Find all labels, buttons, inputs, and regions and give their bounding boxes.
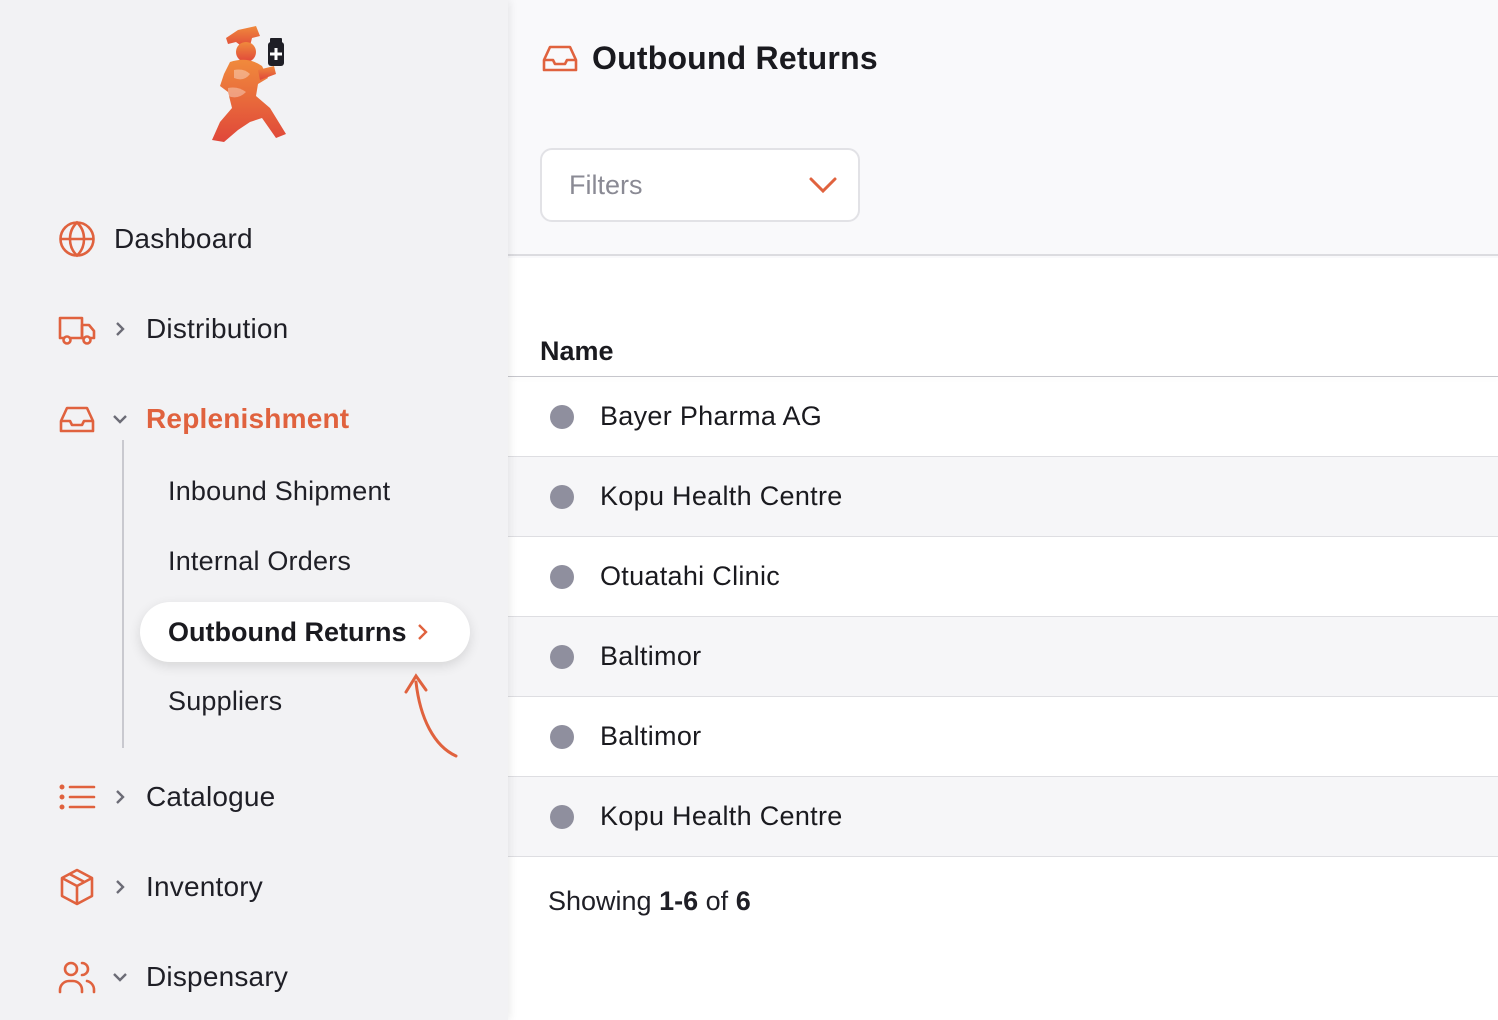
chevron-right-icon [418, 624, 429, 640]
subnav-internal-orders[interactable]: Internal Orders [168, 541, 351, 581]
inbox-icon [56, 398, 98, 440]
status-dot [550, 404, 574, 429]
nav-replenishment[interactable]: Replenishment [56, 397, 349, 441]
table-row[interactable]: Otuatahi Clinic [508, 537, 1498, 617]
row-name: Kopu Health Centre [600, 481, 843, 511]
title-row: Outbound Returns [540, 38, 878, 78]
subnav-outbound-returns-label: Outbound Returns [168, 616, 407, 647]
chevron-down-icon[interactable] [112, 969, 128, 985]
chevron-down-icon[interactable] [112, 411, 128, 427]
nav-dispensary-label: Dispensary [146, 961, 289, 992]
status-dot [550, 644, 574, 669]
row-name: Baltimor [600, 641, 702, 671]
list-icon [56, 776, 98, 818]
pagination-range: 1-6 [659, 886, 699, 916]
subnav-divider [122, 440, 124, 748]
status-dot [550, 484, 574, 509]
subnav-outbound-returns[interactable]: Outbound Returns [140, 602, 470, 662]
nav-catalogue-label: Catalogue [146, 781, 276, 812]
users-icon [56, 956, 98, 998]
chevron-down-icon [809, 177, 837, 194]
chevron-right-icon[interactable] [112, 789, 128, 805]
nav-dispensary[interactable]: Dispensary [56, 955, 288, 999]
nav-inventory-label: Inventory [146, 871, 263, 902]
chevron-right-icon[interactable] [112, 321, 128, 337]
table-row[interactable]: Baltimor [508, 697, 1498, 777]
column-header-name[interactable]: Name [540, 336, 614, 367]
table-row[interactable]: Kopu Health Centre [508, 457, 1498, 537]
inbox-icon [542, 45, 578, 72]
nav-distribution[interactable]: Distribution [56, 307, 288, 351]
nav-catalogue[interactable]: Catalogue [56, 775, 275, 819]
nav-dashboard[interactable]: Dashboard [56, 217, 253, 261]
nav-dashboard-label: Dashboard [114, 223, 253, 254]
page-header: Outbound Returns Filters [508, 0, 1498, 256]
row-name: Otuatahi Clinic [600, 561, 781, 591]
table-row[interactable]: Bayer Pharma AG [508, 377, 1498, 457]
pagination-prefix: Showing [548, 886, 652, 916]
annotation-arrow-icon [404, 673, 458, 758]
nav-replenishment-label: Replenishment [146, 403, 350, 434]
nav-distribution-label: Distribution [146, 313, 289, 344]
filters-label: Filters [569, 169, 643, 200]
sidebar: Dashboard Distribution Replenishment Inb… [0, 0, 508, 1020]
box-icon [56, 866, 98, 908]
row-name: Kopu Health Centre [600, 801, 843, 831]
app-logo[interactable] [198, 22, 298, 147]
subnav-suppliers[interactable]: Suppliers [168, 681, 282, 721]
filters-dropdown[interactable]: Filters [540, 148, 860, 222]
globe-icon [56, 218, 98, 260]
table-row[interactable]: Kopu Health Centre [508, 777, 1498, 857]
nav-inventory[interactable]: Inventory [56, 865, 263, 909]
pagination-of: of [705, 886, 729, 916]
status-dot [550, 564, 574, 589]
page-title: Outbound Returns [592, 39, 878, 76]
pagination-total: 6 [735, 886, 751, 916]
pagination-summary: Showing 1-6 of 6 [548, 886, 751, 917]
truck-icon [56, 308, 98, 350]
row-name: Baltimor [600, 721, 702, 751]
main-content: Outbound Returns Filters Name Bayer Phar… [508, 0, 1498, 1020]
status-dot [550, 724, 574, 749]
table-row[interactable]: Baltimor [508, 617, 1498, 697]
chevron-right-icon[interactable] [112, 879, 128, 895]
row-name: Bayer Pharma AG [600, 401, 823, 431]
suppliers-table: Name Bayer Pharma AG Kopu Health Centre … [508, 258, 1498, 1020]
subnav-inbound-shipment[interactable]: Inbound Shipment [168, 471, 390, 511]
status-dot [550, 804, 574, 829]
